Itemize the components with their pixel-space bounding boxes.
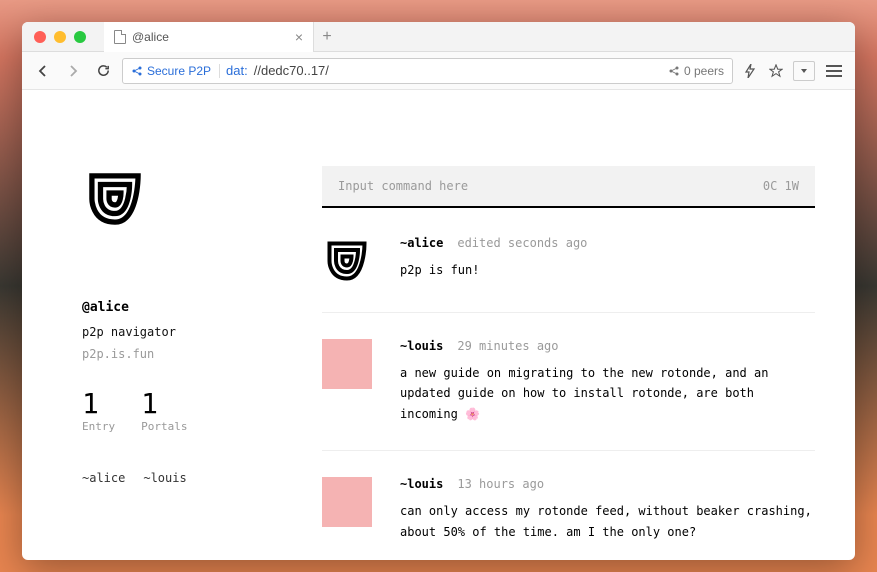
star-icon[interactable]: [767, 62, 785, 80]
dropdown-button[interactable]: [793, 61, 815, 81]
close-window-button[interactable]: [34, 31, 46, 43]
new-tab-button[interactable]: +: [314, 28, 340, 46]
post-timestamp: 13 hours ago: [457, 477, 544, 491]
stat-value: 1: [82, 387, 115, 420]
avatar: [322, 339, 372, 389]
follow-item[interactable]: ~louis: [143, 471, 186, 485]
feed-area: Input command here 0C 1W ~alice edited s…: [322, 90, 855, 560]
stat-label: Portals: [141, 420, 187, 433]
forward-button[interactable]: [62, 60, 84, 82]
profile-domain: p2p.is.fun: [82, 347, 322, 361]
command-placeholder: Input command here: [338, 179, 763, 193]
tab-title: @alice: [132, 30, 289, 44]
tab-close-button[interactable]: ×: [295, 29, 303, 45]
post-timestamp: 29 minutes ago: [457, 339, 558, 353]
avatar: [322, 477, 372, 527]
browser-tab[interactable]: @alice ×: [104, 22, 314, 52]
feed-entry: ~louis 13 hours ago can only access my r…: [322, 477, 815, 542]
follows-list: ~alice ~louis: [82, 471, 322, 485]
profile-handle: @alice: [82, 300, 322, 315]
address-bar[interactable]: Secure P2P dat: //dedc70..17/ 0 peers: [122, 58, 733, 84]
url-scheme: dat:: [226, 63, 248, 78]
lightning-icon[interactable]: [741, 62, 759, 80]
stat-group: 1 Entry: [82, 387, 115, 433]
avatar: [322, 236, 372, 286]
stat-label: Entry: [82, 420, 115, 433]
share-icon: [668, 65, 680, 77]
follow-item[interactable]: ~alice: [82, 471, 125, 485]
feed-entry: ~alice edited seconds ago p2p is fun!: [322, 236, 815, 313]
stat-value: 1: [141, 387, 187, 420]
post-author[interactable]: ~alice: [400, 236, 443, 250]
post-text: can only access my rotonde feed, without…: [400, 501, 815, 542]
window-controls: [22, 31, 86, 43]
share-icon: [131, 65, 143, 77]
profile-bio: p2p navigator: [82, 325, 322, 339]
secure-badge: Secure P2P: [131, 64, 220, 78]
maximize-window-button[interactable]: [74, 31, 86, 43]
post-body: ~louis 29 minutes ago a new guide on mig…: [400, 339, 815, 424]
feed-entry: ~louis 29 minutes ago a new guide on mig…: [322, 339, 815, 451]
minimize-window-button[interactable]: [54, 31, 66, 43]
url-path: //dedc70..17/: [254, 63, 329, 78]
titlebar: @alice × +: [22, 22, 855, 52]
menu-button[interactable]: [823, 60, 845, 82]
post-timestamp: edited seconds ago: [457, 236, 587, 250]
post-author[interactable]: ~louis: [400, 477, 443, 491]
post-body: ~alice edited seconds ago p2p is fun!: [400, 236, 815, 286]
post-body: ~louis 13 hours ago can only access my r…: [400, 477, 815, 542]
peers-label: 0 peers: [684, 64, 724, 78]
profile-sidebar: @alice p2p navigator p2p.is.fun 1 Entry …: [22, 90, 322, 560]
stat-group: 1 Portals: [141, 387, 187, 433]
toolbar: Secure P2P dat: //dedc70..17/ 0 peers: [22, 52, 855, 90]
post-text: a new guide on migrating to the new roto…: [400, 363, 815, 424]
post-author[interactable]: ~louis: [400, 339, 443, 353]
file-icon: [114, 30, 126, 44]
command-counter: 0C 1W: [763, 179, 799, 193]
back-button[interactable]: [32, 60, 54, 82]
peer-count: 0 peers: [668, 64, 724, 78]
secure-label: Secure P2P: [147, 64, 211, 78]
profile-logo: [82, 166, 322, 236]
profile-stats: 1 Entry 1 Portals: [82, 387, 322, 433]
post-text: p2p is fun!: [400, 260, 815, 280]
feed: ~alice edited seconds ago p2p is fun! ~l…: [322, 236, 815, 542]
page-content: @alice p2p navigator p2p.is.fun 1 Entry …: [22, 90, 855, 560]
reload-button[interactable]: [92, 60, 114, 82]
browser-window: @alice × + Secure P2P dat: //dedc70..17/ …: [22, 22, 855, 560]
command-input[interactable]: Input command here 0C 1W: [322, 166, 815, 208]
